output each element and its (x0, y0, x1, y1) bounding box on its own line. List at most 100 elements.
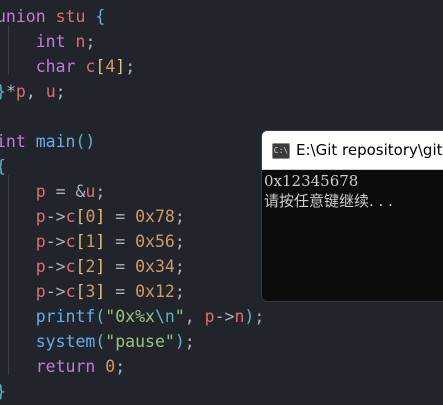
code-line[interactable]: char c[4]; (0, 54, 135, 79)
code-token: [ (75, 232, 86, 251)
console-window[interactable]: C:\ E:\Git repository\git 0x12345678 请按任… (261, 130, 443, 302)
code-line[interactable]: }*p, u; (0, 79, 66, 104)
code-line[interactable]: int main() (0, 129, 95, 154)
code-token: char (35, 57, 76, 76)
code-token: ( (95, 332, 106, 351)
code-token: u (45, 82, 56, 101)
code-token: union (0, 7, 46, 26)
code-token: 0x12 (135, 282, 175, 301)
code-token: ; (125, 57, 136, 76)
code-token: -> (45, 282, 66, 301)
code-token: [ (95, 57, 106, 76)
code-token: " (174, 307, 185, 326)
code-token: system (35, 332, 96, 351)
code-token: ] (95, 257, 106, 276)
code-token: 0 (105, 357, 116, 376)
code-token: c (65, 232, 76, 251)
code-token: -> (45, 207, 66, 226)
code-line[interactable]: system("pause"); (0, 329, 195, 354)
code-token: } (0, 382, 6, 401)
code-line[interactable]: union stu { (0, 4, 105, 29)
code-token: = (105, 257, 136, 276)
code-token: p (35, 282, 46, 301)
code-token: int (35, 32, 66, 51)
code-token: int (0, 132, 26, 151)
code-line[interactable]: } (0, 379, 6, 404)
code-line[interactable]: p->c[0] = 0x78; (0, 204, 185, 229)
code-line[interactable]: int n; (0, 29, 96, 54)
code-token: 0x78 (135, 207, 175, 226)
code-token: [ (75, 282, 86, 301)
code-token: = (105, 232, 136, 251)
code-token: { (95, 7, 106, 26)
code-line[interactable]: p->c[1] = 0x56; (0, 229, 185, 254)
code-token: return (35, 357, 96, 376)
code-token: () (75, 132, 96, 151)
code-token: -> (214, 307, 235, 326)
code-token: 1 (85, 232, 96, 251)
code-token: * (5, 82, 16, 101)
code-token: = & (45, 182, 86, 201)
code-token: stu (55, 7, 86, 26)
code-token: "0x%x (105, 307, 155, 326)
code-token: p (35, 257, 46, 276)
code-token: = (105, 282, 136, 301)
code-token: "pause" (105, 332, 175, 351)
code-token: -> (45, 232, 66, 251)
code-token: ; (174, 207, 185, 226)
code-line[interactable]: { (0, 154, 6, 179)
code-line[interactable]: p->c[2] = 0x34; (0, 254, 185, 279)
code-token: ; (184, 332, 195, 351)
code-token: 3 (85, 282, 96, 301)
code-token: ; (174, 257, 185, 276)
console-app-icon: C:\ (272, 143, 290, 159)
code-token: ) (174, 332, 185, 351)
code-token: ] (95, 207, 106, 226)
code-line[interactable]: return 0; (0, 354, 125, 379)
code-token: 0x34 (135, 257, 175, 276)
code-token: , (184, 307, 205, 326)
code-token: n (75, 32, 86, 51)
console-titlebar[interactable]: C:\ E:\Git repository\git (262, 131, 443, 170)
code-token: [ (75, 207, 86, 226)
code-token: , (25, 82, 46, 101)
code-token: c (65, 207, 76, 226)
code-line[interactable]: printf("0x%x\n", p->n); (0, 304, 265, 329)
code-token: n (234, 307, 245, 326)
code-token: p (15, 82, 26, 101)
code-token: ; (55, 82, 66, 101)
code-token: ; (115, 357, 126, 376)
code-token: 4 (105, 57, 116, 76)
code-token: 0x56 (135, 232, 175, 251)
code-token: 0 (85, 207, 96, 226)
code-line[interactable]: p->c[3] = 0x12; (0, 279, 185, 304)
code-token: c (85, 57, 96, 76)
code-token: ; (85, 32, 96, 51)
code-token: c (65, 257, 76, 276)
code-token: p (35, 207, 46, 226)
console-title: E:\Git repository\git (296, 141, 443, 159)
code-token: u (85, 182, 96, 201)
code-token: p (35, 182, 46, 201)
code-line[interactable]: p = &u; (0, 179, 106, 204)
code-token: ] (115, 57, 126, 76)
code-token: ; (95, 182, 106, 201)
code-token: ) (244, 307, 255, 326)
code-token: -> (45, 257, 66, 276)
code-token: \n (154, 307, 175, 326)
code-token: p (35, 232, 46, 251)
code-token: main (35, 132, 76, 151)
